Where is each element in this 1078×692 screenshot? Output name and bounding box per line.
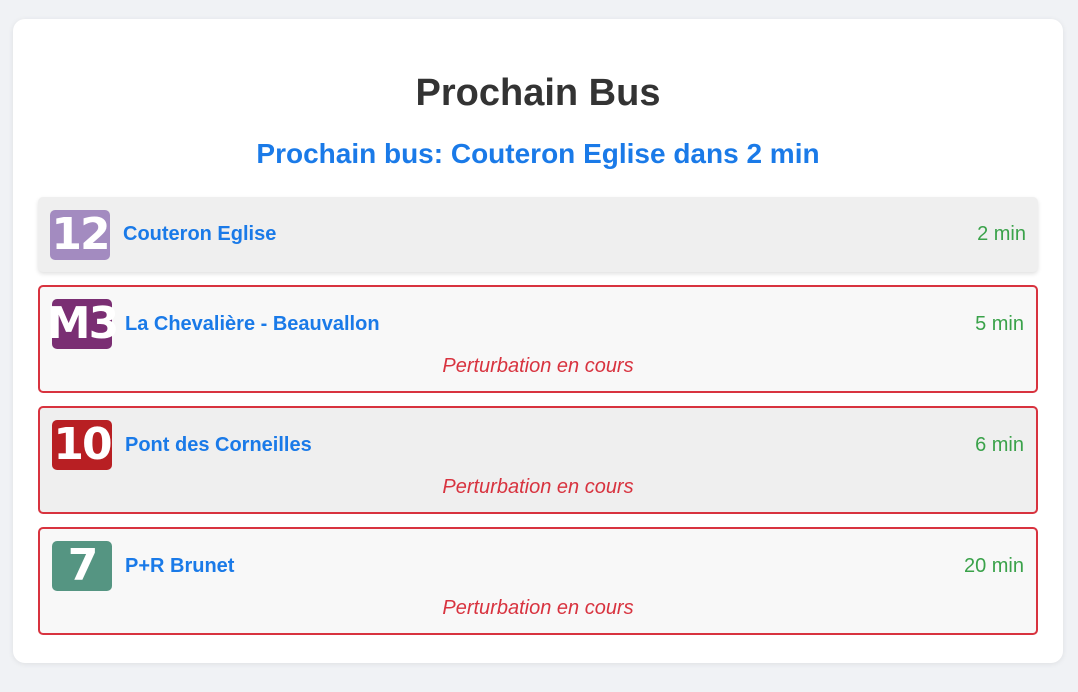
line-badge: 10 — [52, 419, 113, 470]
arrival-time: 2 min — [977, 223, 1026, 245]
departure-row[interactable]: M3 La Chevalière - Beauvallon 5 min Pert… — [38, 285, 1038, 393]
disruption-notice: Perturbation en cours — [442, 355, 634, 377]
stop-name: Couteron Eglise — [123, 223, 277, 245]
page-title: Prochain Bus — [415, 72, 661, 114]
departures-card: Prochain Bus Prochain bus: Couteron Egli… — [13, 19, 1063, 663]
disruption-notice: Perturbation en cours — [442, 476, 634, 498]
departures-list: 12 Couteron Eglise 2 min M3 La Chevalièr… — [38, 197, 1038, 635]
arrival-time: 20 min — [963, 554, 1024, 577]
next-bus-summary: Prochain bus: Couteron Eglise dans 2 min — [256, 138, 820, 169]
departure-row-main: 10 Pont des Corneilles 6 min — [52, 420, 1024, 470]
arrival-time: 5 min — [975, 312, 1024, 335]
disruption-notice: Perturbation en cours — [442, 597, 634, 619]
departure-row-main: M3 La Chevalière - Beauvallon 5 min — [46, 298, 1024, 349]
stop-name: La Chevalière - Beauvallon — [125, 312, 380, 335]
arrival-time: 6 min — [975, 433, 1024, 456]
line-badge: 12 — [50, 208, 111, 260]
departure-row-main: 12 Couteron Eglise 2 min — [50, 197, 1026, 272]
stop-name: Pont des Corneilles — [125, 433, 312, 456]
departure-row-main: 7 P+R Brunet 20 min — [52, 541, 1024, 591]
departure-row[interactable]: 10 Pont des Corneilles 6 min Perturbatio… — [38, 406, 1038, 514]
line-badge: M3 — [46, 298, 119, 349]
stop-name: P+R Brunet — [125, 554, 235, 577]
departure-row[interactable]: 12 Couteron Eglise 2 min — [38, 197, 1038, 272]
departure-row[interactable]: 7 P+R Brunet 20 min Perturbation en cour… — [38, 527, 1038, 635]
line-badge: 7 — [52, 541, 112, 591]
